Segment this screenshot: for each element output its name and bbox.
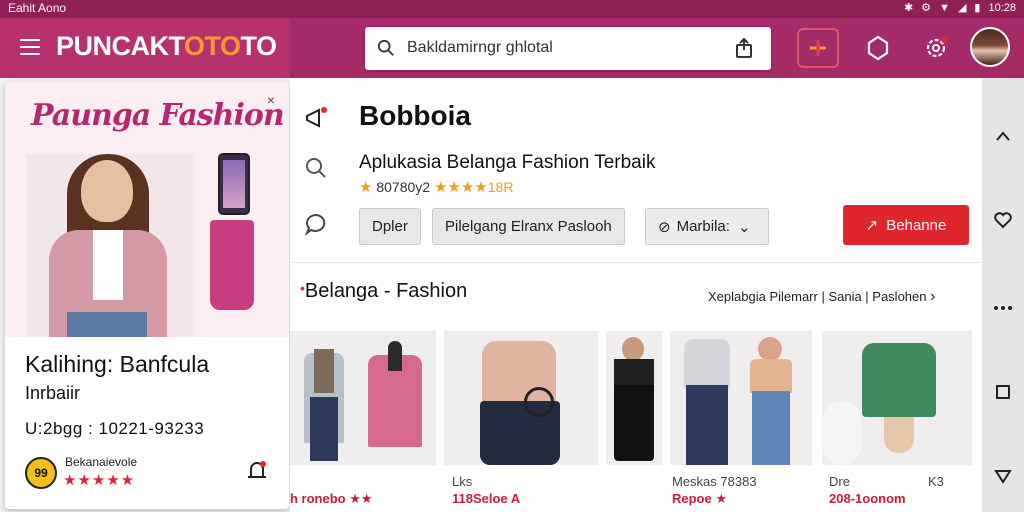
product-price: 208-1oonom xyxy=(829,491,906,506)
heart-icon[interactable] xyxy=(982,208,1024,232)
product-tag: K3 xyxy=(928,474,944,489)
app-subtitle: Aplukasia Belanga Fashion Terbaik xyxy=(359,152,656,173)
share-icon[interactable] xyxy=(733,37,755,59)
product-price: Repoe ★ xyxy=(672,491,727,506)
ad-details: Kalihing: Banfcula Inrbaiir U:2bgg : 102… xyxy=(5,337,289,509)
product-price: h ronebo ★★ xyxy=(290,491,373,506)
menu-icon[interactable] xyxy=(20,39,40,55)
arrow-icon: ↗ xyxy=(865,217,879,234)
search-bar[interactable]: Bakldamirngr ghlotal xyxy=(365,27,771,70)
product-name: Lks xyxy=(452,474,473,489)
notification-gear-icon[interactable] xyxy=(915,28,957,68)
wifi-icon: ▼ xyxy=(939,1,950,14)
product-card[interactable] xyxy=(822,331,972,465)
ad-banner: Paunga Fashion × xyxy=(5,82,289,337)
pants-image xyxy=(210,220,254,310)
search-input[interactable]: Bakldamirngr ghlotal xyxy=(407,39,553,57)
signal-icon: ◢ xyxy=(957,2,967,14)
chip-category[interactable]: Pilelgang Elranx Paslooh xyxy=(432,208,625,245)
promo-icon[interactable] xyxy=(797,28,839,68)
model-image xyxy=(27,154,193,337)
seller-rating: ★★★★★ xyxy=(63,472,136,489)
sparkle-icon xyxy=(810,40,826,56)
ad-title: Paunga Fashion xyxy=(31,98,285,133)
search-icon xyxy=(377,39,394,56)
vibrate-icon: ⚙ xyxy=(921,2,932,14)
install-button[interactable]: ↗ Behanne xyxy=(843,205,969,245)
product-card[interactable] xyxy=(290,331,436,465)
back-triangle-icon[interactable] xyxy=(982,464,1024,488)
product-price: 118Seloe A xyxy=(452,491,521,506)
see-all-link[interactable]: Xeplabgia Pilemarr | Sania | Paslohen › xyxy=(708,288,935,306)
square-icon[interactable] xyxy=(982,380,1024,404)
section-title: •Belanga - Fashion xyxy=(300,280,468,302)
product-card[interactable] xyxy=(606,331,662,465)
product-name: Meskas 78383 xyxy=(672,474,757,489)
section-divider xyxy=(290,262,982,263)
app-name: Bobboia xyxy=(359,100,471,131)
seller-badge-icon: 99 xyxy=(25,457,57,489)
bell-icon[interactable] xyxy=(245,459,269,483)
user-avatar[interactable] xyxy=(970,27,1010,67)
more-icon[interactable] xyxy=(982,296,1024,320)
chevron-up-icon[interactable] xyxy=(982,124,1024,148)
chevron-down-icon: ⌄ xyxy=(737,218,751,236)
clock-text: 10:28 xyxy=(988,1,1016,14)
product-card[interactable] xyxy=(670,331,812,465)
status-left-text: Eahit Aono xyxy=(8,1,67,15)
chat-icon[interactable] xyxy=(304,212,328,236)
product-name: Dre xyxy=(829,474,850,489)
settings-icon[interactable] xyxy=(857,28,899,68)
battery-icon: ▮ xyxy=(974,2,981,14)
app-logo[interactable]: PUNCAKTOTOTO xyxy=(56,31,277,62)
side-navigation xyxy=(982,78,1024,512)
ad-card[interactable]: Paunga Fashion × Kalihing: Banfcula Inrb… xyxy=(5,82,289,509)
ad-subline: Inrbaiir xyxy=(25,383,81,403)
seller-name: Bekanaievole xyxy=(65,455,138,469)
app-rating: ★ 80780y2 ★★★★18R xyxy=(359,179,514,196)
search-scan-icon[interactable] xyxy=(304,156,328,180)
star-icon: ★ xyxy=(359,179,373,196)
chevron-right-icon: › xyxy=(930,288,936,305)
chip-dropdown[interactable]: ⊘ Marbila: ⌄ xyxy=(645,208,769,245)
status-bar: Eahit Aono ✱ ⚙ ▼ ◢ ▮ 10:28 xyxy=(0,0,1024,18)
bluetooth-icon: ✱ xyxy=(903,2,914,14)
chip-dpler[interactable]: Dpler xyxy=(359,208,421,245)
megaphone-icon[interactable] xyxy=(304,106,328,130)
app-detail-panel: Bobboia Aplukasia Belanga Fashion Terbai… xyxy=(290,78,982,512)
ad-phone: U:2bgg : 10221-93233 xyxy=(25,419,205,438)
phone-image xyxy=(218,153,250,215)
close-icon[interactable]: × xyxy=(267,92,275,108)
ad-headline: Kalihing: Banfcula xyxy=(25,351,210,377)
link-icon: ⊘ xyxy=(658,218,671,236)
product-card[interactable] xyxy=(444,331,598,465)
